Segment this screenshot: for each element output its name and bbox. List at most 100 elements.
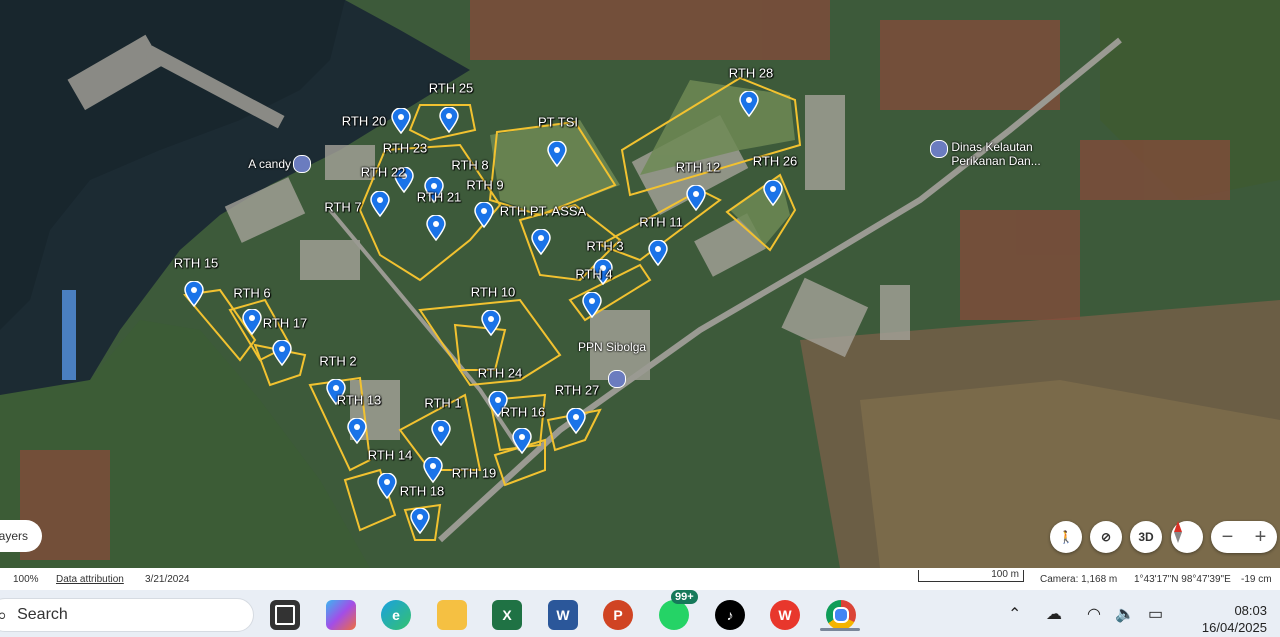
wps-icon[interactable]: W [770,600,800,630]
zoom-in-button[interactable]: + [1244,521,1277,553]
area-label: RTH 22 [360,164,406,180]
area-label: RTH 9 [466,177,504,193]
poi-label: Dinas Kelautan Perikanan Dan... [951,140,1041,168]
location-pin-icon[interactable] [391,108,411,134]
location-pin-icon[interactable] [423,457,443,483]
area-label: RTH 20 [341,113,387,129]
edge-icon[interactable]: e [381,600,411,630]
clock-time: 08:03 [1234,603,1267,618]
volume-icon[interactable]: 🔈 [1115,604,1135,624]
area-label: RTH 2 [319,353,357,369]
area-label: RTH 24 [477,365,523,381]
compass-button[interactable] [1171,521,1203,553]
clock[interactable]: 08:03 16/04/2025 [1185,602,1267,636]
location-pin-icon[interactable] [763,180,783,206]
location-pin-icon[interactable] [272,340,292,366]
area-label: RTH 14 [367,447,413,463]
poi-label: PPN Sibolga [578,340,647,354]
camera-altitude: Camera: 1,168 m [1040,574,1118,585]
area-label: PT TSI [538,114,578,130]
area-label: RTH 1 [424,395,462,411]
location-pin-icon[interactable] [481,310,501,336]
scale-bar[interactable]: 100 m [918,570,1024,582]
chevron-up-icon[interactable]: ⌃ [1008,604,1021,624]
area-label: RTH 16 [500,404,546,420]
location-pin-icon[interactable] [739,91,759,117]
imagery-date: 3/21/2024 [145,574,190,585]
area-label: RTH 17 [262,315,308,331]
museum-icon [608,370,626,388]
museum-icon [293,155,311,173]
cloud-icon[interactable]: ☁ [1046,604,1062,624]
location-pin-icon[interactable] [426,215,446,241]
no-tilt-icon: ⊘ [1100,530,1112,544]
museum-icon [930,140,948,158]
pegman-button[interactable]: 🚶 [1050,521,1082,553]
chrome-icon[interactable] [826,600,856,630]
area-label: RTH 8 [451,157,489,173]
layers-label: ayers [0,529,28,543]
poi-ppn-sibolga[interactable]: PPN Sibolga [578,340,646,391]
copilot-icon[interactable] [326,600,356,630]
location-pin-icon[interactable] [439,107,459,133]
poi-dinas-kelautan[interactable]: Dinas Kelautan Perikanan Dan... [930,140,1041,168]
elevation: -19 cm [1241,574,1272,585]
area-label: RTH 18 [399,483,445,499]
zoom-out-button[interactable]: − [1211,521,1244,553]
poi-a-candy[interactable]: A candy [248,155,311,176]
file-explorer-icon[interactable] [437,600,467,630]
search-label: Search [17,606,68,623]
area-label: RTH 25 [428,80,474,96]
location-pin-icon[interactable] [512,428,532,454]
person-icon: 🚶 [1058,530,1074,544]
area-label: RTH 12 [675,159,721,175]
3d-label: 3D [1138,530,1154,544]
area-label: RTH 11 [639,214,683,230]
location-pin-icon[interactable] [566,408,586,434]
location-pin-icon[interactable] [242,309,262,335]
wifi-icon[interactable]: ◠ [1087,604,1101,624]
coordinates: 1°43'17"N 98°47'39"E [1134,574,1231,585]
location-pin-icon[interactable] [686,185,706,211]
area-label: RTH 10 [470,284,516,300]
powerpoint-icon[interactable]: P [603,600,633,630]
location-pin-icon[interactable] [410,508,430,534]
area-label: RTH 3 [586,238,624,254]
location-pin-icon[interactable] [184,281,204,307]
location-pin-icon[interactable] [531,229,551,255]
location-pin-icon[interactable] [431,420,451,446]
tilt-button[interactable]: ⊘ [1090,521,1122,553]
location-pin-icon[interactable] [347,418,367,444]
taskbar: ⌕ Search e X W P 99+ ♪ W ⌃ ☁ ◠ 🔈 ▭ 08:03… [0,590,1280,637]
poi-label: A candy [248,157,291,171]
tiktok-icon[interactable]: ♪ [715,600,745,630]
zoom-control: − + [1211,521,1277,553]
task-view-icon[interactable] [270,600,300,630]
word-icon[interactable]: W [548,600,578,630]
excel-icon[interactable]: X [492,600,522,630]
data-attribution-link[interactable]: Data attribution [56,574,124,585]
area-label: RTH 15 [173,255,219,271]
location-pin-icon[interactable] [547,141,567,167]
map-footer: 100% Data attribution 3/21/2024 100 m Ca… [0,568,1280,590]
area-label: RTH 26 [752,153,798,169]
location-pin-icon[interactable] [370,191,390,217]
area-label: RTH 23 [382,140,428,156]
location-pin-icon[interactable] [474,202,494,228]
location-pin-icon[interactable] [582,292,602,318]
zoom-percent: 100% [13,574,39,585]
satellite-map[interactable]: RTH 25 RTH 20 RTH 23 RTH 8 PT TSI RTH 28 RTH 1… [0,0,1280,568]
layers-button[interactable]: ayers [0,520,42,552]
3d-button[interactable]: 3D [1130,521,1162,553]
battery-icon[interactable]: ▭ [1148,604,1163,624]
area-label: RTH 19 [451,465,497,481]
location-pin-icon[interactable] [648,240,668,266]
active-app-indicator [820,628,860,631]
taskbar-search[interactable]: ⌕ Search [0,598,254,632]
search-icon: ⌕ [0,604,8,625]
area-label: RTH 7 [324,199,362,215]
location-pin-icon[interactable] [377,473,397,499]
area-label: RTH PT. ASSA [499,203,587,219]
whatsapp-icon[interactable]: 99+ [659,590,698,630]
clock-date: 16/04/2025 [1201,620,1267,635]
